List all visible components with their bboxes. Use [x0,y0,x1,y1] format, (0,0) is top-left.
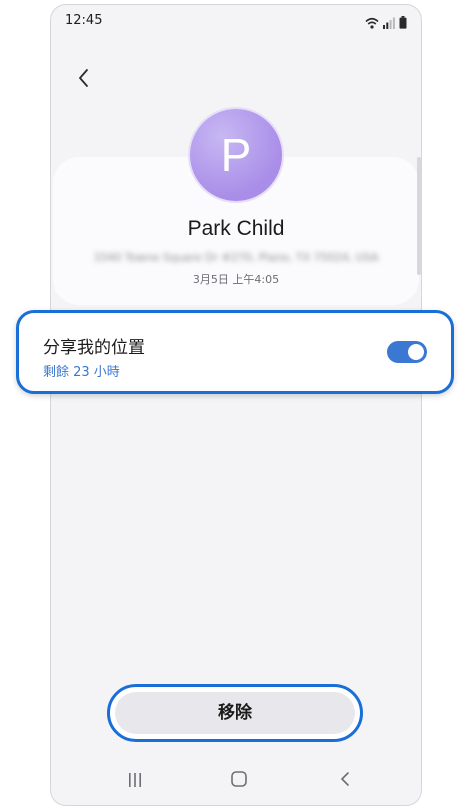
back-button[interactable] [69,63,99,93]
status-time: 12:45 [65,13,103,28]
navigation-bar [51,757,421,805]
chevron-left-icon [69,69,99,97]
share-location-toggle[interactable] [387,341,427,363]
share-location-row[interactable]: 分享我的位置 剩餘 23 小時 [16,310,454,394]
signal-icon [383,14,395,33]
battery-icon [399,14,407,33]
remove-button-highlight: 移除 [107,684,363,742]
avatar: P [190,109,282,201]
share-time-remaining: 剩餘 23 小時 [43,365,120,380]
recents-icon[interactable] [126,771,144,793]
scroll-indicator[interactable] [417,157,421,275]
toggle-knob [408,344,424,360]
home-icon[interactable] [229,769,249,793]
share-location-title: 分享我的位置 [43,338,145,358]
last-updated-time: 3月5日 上午4:05 [192,273,280,286]
contact-name: Park Child [187,217,285,240]
remove-button[interactable]: 移除 [115,692,355,734]
location-address: 3340 Towne Square Dr #270, Plano, TX 750… [93,251,379,264]
status-bar: 12:45 [51,5,421,39]
nav-back-icon[interactable] [335,769,355,793]
wifi-icon [365,14,379,33]
status-icons [365,14,407,33]
